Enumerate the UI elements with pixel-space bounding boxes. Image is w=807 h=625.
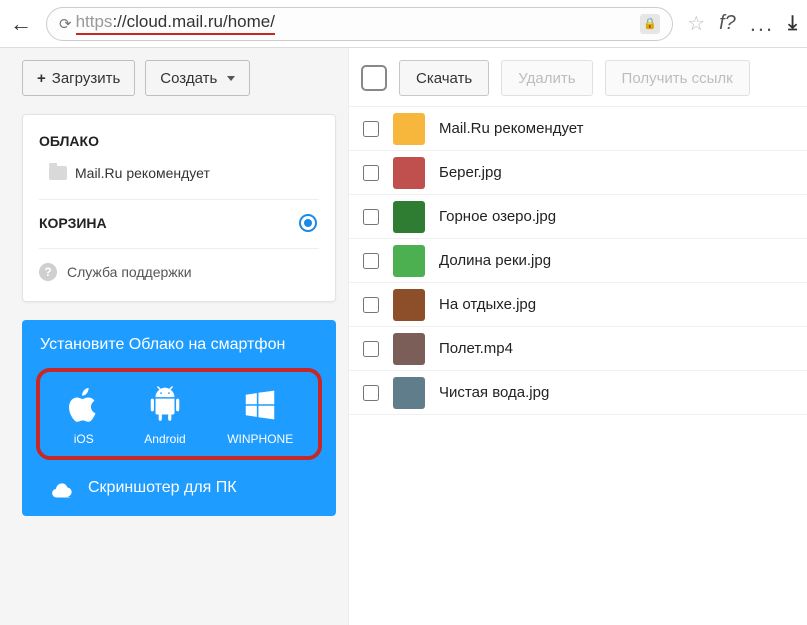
upload-label: Загрузить <box>52 70 121 87</box>
cloud-section-title: ОБЛАКО <box>39 133 319 149</box>
platform-android[interactable]: Android <box>144 386 185 446</box>
file-checkbox[interactable] <box>363 385 379 401</box>
file-thumbnail <box>393 113 425 145</box>
file-thumbnail <box>393 201 425 233</box>
delete-button[interactable]: Удалить <box>501 60 592 96</box>
file-row[interactable]: Чистая вода.jpg <box>349 371 807 415</box>
upload-button[interactable]: + Загрузить <box>22 60 135 96</box>
downloads-icon[interactable]: ⤓ <box>788 12 797 35</box>
back-button[interactable]: ← <box>10 11 32 37</box>
help-icon: ? <box>39 263 57 281</box>
lock-icon: 🔒 <box>640 14 660 34</box>
download-button[interactable]: Скачать <box>399 60 489 96</box>
plus-icon: + <box>37 70 46 87</box>
support-label: Служба поддержки <box>67 264 192 280</box>
platform-ios[interactable]: iOS <box>65 386 103 446</box>
install-app-promo: Установите Облако на смартфон iOS Androi… <box>22 320 336 516</box>
file-checkbox[interactable] <box>363 121 379 137</box>
file-thumbnail <box>393 245 425 277</box>
file-list: Mail.Ru рекомендует Берег.jpg Горное озеро… <box>349 106 807 415</box>
file-name: Берег.jpg <box>439 164 502 181</box>
sidebar-folder-recommend[interactable]: Mail.Ru рекомендует <box>39 161 319 199</box>
browser-toolbar: ← ⟳ https://cloud.mail.ru/home/ 🔒 ☆ f? .… <box>0 0 807 48</box>
file-thumbnail <box>393 289 425 321</box>
file-toolbar: Скачать Удалить Получить ссылк <box>349 60 807 106</box>
cloud-sync-icon <box>50 478 76 498</box>
file-row[interactable]: Горное озеро.jpg <box>349 195 807 239</box>
file-checkbox[interactable] <box>363 297 379 313</box>
file-name: Полет.mp4 <box>439 340 513 357</box>
file-name: На отдыхе.jpg <box>439 296 536 313</box>
file-checkbox[interactable] <box>363 341 379 357</box>
file-name: Чистая вода.jpg <box>439 384 549 401</box>
file-row[interactable]: Берег.jpg <box>349 151 807 195</box>
radio-selected-icon[interactable] <box>299 214 317 232</box>
get-link-button[interactable]: Получить ссылк <box>605 60 750 96</box>
file-name: Горное озеро.jpg <box>439 208 556 225</box>
file-thumbnail <box>393 333 425 365</box>
reload-icon[interactable]: ⟳ <box>59 15 72 33</box>
trash-section-title: КОРЗИНА <box>39 215 107 231</box>
platform-android-label: Android <box>144 432 185 446</box>
support-link[interactable]: ? Служба поддержки <box>39 248 319 295</box>
file-row[interactable]: Долина реки.jpg <box>349 239 807 283</box>
folder-icon <box>49 166 67 180</box>
android-icon <box>146 386 184 424</box>
font-question-button[interactable]: f? <box>719 12 736 35</box>
file-row[interactable]: Полет.mp4 <box>349 327 807 371</box>
file-checkbox[interactable] <box>363 253 379 269</box>
file-row[interactable]: Mail.Ru рекомендует <box>349 107 807 151</box>
platform-winphone[interactable]: WINPHONE <box>227 386 293 446</box>
platform-buttons-group: iOS Android WINPHONE <box>36 368 322 460</box>
file-row[interactable]: На отдыхе.jpg <box>349 283 807 327</box>
platform-winphone-label: WINPHONE <box>227 432 293 446</box>
promo-title: Установите Облако на смартфон <box>36 336 322 368</box>
screenshoter-label: Скриншотер для ПК <box>88 479 237 497</box>
file-thumbnail <box>393 377 425 409</box>
windows-icon <box>241 386 279 424</box>
more-menu-icon[interactable]: ... <box>750 11 774 37</box>
file-name: Mail.Ru рекомендует <box>439 120 584 137</box>
create-button[interactable]: Создать <box>145 60 250 96</box>
address-bar[interactable]: ⟳ https://cloud.mail.ru/home/ 🔒 <box>46 7 673 41</box>
file-name: Долина реки.jpg <box>439 252 551 269</box>
url-text: https://cloud.mail.ru/home/ <box>76 12 275 35</box>
create-label: Создать <box>160 70 217 87</box>
folder-label: Mail.Ru рекомендует <box>75 165 210 181</box>
bookmark-star-icon[interactable]: ☆ <box>687 11 705 36</box>
sidebar-trash[interactable]: КОРЗИНА <box>39 199 319 248</box>
select-all-checkbox[interactable] <box>361 65 387 91</box>
chevron-down-icon <box>227 76 235 81</box>
file-thumbnail <box>393 157 425 189</box>
platform-ios-label: iOS <box>74 432 94 446</box>
screenshoter-link[interactable]: Скриншотер для ПК <box>36 460 322 498</box>
file-checkbox[interactable] <box>363 165 379 181</box>
sidebar-navigation: ОБЛАКО Mail.Ru рекомендует КОРЗИНА ? Слу… <box>22 114 336 302</box>
file-checkbox[interactable] <box>363 209 379 225</box>
apple-icon <box>65 386 103 424</box>
